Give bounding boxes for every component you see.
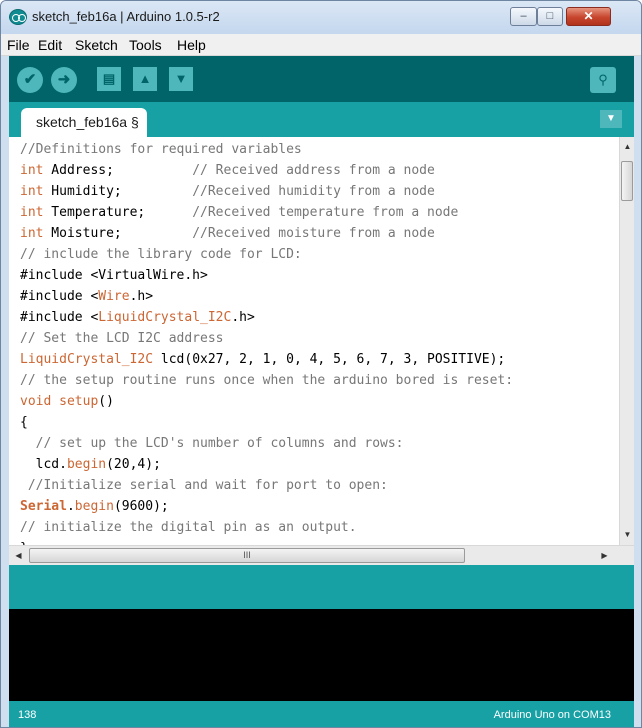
code-token: // set up the LCD's number of columns an… (20, 436, 404, 451)
new-file-icon[interactable]: ▤ (97, 67, 121, 91)
code-line: int Humidity; //Received humidity from a… (20, 181, 435, 202)
code-token: int (20, 163, 44, 178)
menu-help[interactable]: Help (177, 37, 206, 53)
vertical-scrollbar[interactable]: ▲ ▼ (619, 137, 634, 545)
code-token: // the setup routine runs once when the … (20, 373, 514, 388)
code-token: // Received address from a node (192, 163, 435, 178)
code-token: . (66, 499, 75, 514)
tab-sketch[interactable]: sketch_feb16a § (21, 108, 147, 137)
code-token: (9600); (113, 499, 169, 514)
menu-tools[interactable]: Tools (129, 37, 162, 53)
console-output[interactable] (9, 609, 634, 701)
status-bar (9, 565, 634, 609)
code-line: int Moisture; //Received moisture from a… (20, 223, 435, 244)
code-token: //Received temperature from a node (192, 205, 459, 220)
code-token: //Initialize serial and wait for port to… (20, 478, 388, 493)
scroll-left-icon[interactable]: ◀ (11, 548, 26, 564)
code-line: void setup() (20, 391, 114, 412)
tab-menu-button[interactable]: ▼ (600, 110, 622, 128)
menu-file[interactable]: File (7, 37, 30, 53)
code-token: #include < (20, 310, 99, 325)
code-token: { (20, 415, 28, 430)
scroll-right-icon[interactable]: ▶ (597, 548, 612, 564)
code-token: .h> (129, 289, 154, 304)
title-bar[interactable]: sketch_feb16a | Arduino 1.0.5-r2 – □ ✕ (1, 1, 641, 34)
code-token: Wire (98, 289, 130, 304)
arduino-logo-icon (9, 9, 27, 25)
right-arrow-icon[interactable]: ➜ (51, 67, 77, 93)
code-token: lcd(0x27, 2, 1, 0, 4, 5, 6, 7, 3, POSITI… (153, 352, 506, 367)
code-token: (20,4); (106, 457, 161, 472)
minimize-button[interactable]: – (510, 7, 537, 26)
toolbar: ✔ ➜ ▤ ▲ ▼ ⚲ (9, 56, 634, 102)
up-arrow-icon[interactable]: ▲ (133, 67, 157, 91)
footer-bar: 138 Arduino Uno on COM13 (9, 701, 634, 727)
window-title: sketch_feb16a | Arduino 1.0.5-r2 (32, 9, 220, 24)
horizontal-scroll-thumb[interactable]: III (29, 548, 465, 563)
code-token: //Received humidity from a node (192, 184, 435, 199)
code-line: int Address; // Received address from a … (20, 160, 435, 181)
menu-bar: File Edit Sketch Tools Help (1, 34, 641, 56)
code-line: // set up the LCD's number of columns an… (20, 433, 404, 454)
scroll-down-icon[interactable]: ▼ (620, 527, 635, 543)
code-line: // Set the LCD I2C address (20, 328, 224, 349)
code-token: //Received moisture from a node (192, 226, 435, 241)
code-line: { (20, 412, 28, 433)
code-line: Serial.begin(9600); (20, 496, 169, 517)
code-token: Serial (20, 499, 67, 514)
close-button[interactable]: ✕ (566, 7, 611, 26)
menu-edit[interactable]: Edit (38, 37, 62, 53)
code-line: #include <VirtualWire.h> (20, 265, 208, 286)
horizontal-scrollbar[interactable]: ◀ III ▶ (9, 545, 634, 565)
code-line: //Initialize serial and wait for port to… (20, 475, 388, 496)
code-token: #include <VirtualWire.h> (20, 268, 208, 283)
magnifier-icon[interactable]: ⚲ (590, 67, 616, 93)
code-token: LiquidCrystal_I2C (20, 352, 154, 367)
menu-sketch[interactable]: Sketch (75, 37, 118, 53)
code-token: void (20, 394, 52, 409)
code-token: // include the library code for LCD: (20, 247, 302, 262)
down-arrow-icon[interactable]: ▼ (169, 67, 193, 91)
code-token: int (20, 226, 44, 241)
vertical-scroll-thumb[interactable] (621, 161, 633, 201)
code-token: // initialize the digital pin as an outp… (20, 520, 357, 535)
code-token: begin (74, 499, 114, 514)
line-number: 138 (18, 709, 37, 721)
code-line: #include <Wire.h> (20, 286, 153, 307)
code-token: lcd. (20, 457, 67, 472)
code-line: } (20, 538, 28, 545)
code-token: () (98, 394, 114, 409)
code-line: #include <LiquidCrystal_I2C.h> (20, 307, 255, 328)
code-token: LiquidCrystal_I2C (98, 310, 232, 325)
code-token: Address; (43, 163, 193, 178)
code-token: // Set the LCD I2C address (20, 331, 224, 346)
code-token: Temperature; (43, 205, 193, 220)
code-token: .h> (231, 310, 255, 325)
code-line: LiquidCrystal_I2C lcd(0x27, 2, 1, 0, 4, … (20, 349, 505, 370)
code-token: #include < (20, 289, 99, 304)
code-line: lcd.begin(20,4); (20, 454, 161, 475)
board-port-label: Arduino Uno on COM13 (493, 709, 611, 721)
code-token: setup (59, 394, 99, 409)
code-token: begin (66, 457, 107, 472)
scroll-up-icon[interactable]: ▲ (620, 139, 635, 155)
code-line: // include the library code for LCD: (20, 244, 302, 265)
tab-strip: sketch_feb16a § ▼ (9, 102, 634, 137)
checkmark-icon[interactable]: ✔ (17, 67, 43, 93)
code-line: int Temperature; //Received temperature … (20, 202, 458, 223)
code-line: // the setup routine runs once when the … (20, 370, 513, 391)
code-editor[interactable]: //Definitions for required variables int … (9, 137, 619, 545)
code-token: Moisture; (43, 226, 193, 241)
code-token: //Definitions for required variables (20, 142, 302, 157)
code-line: //Definitions for required variables (20, 139, 302, 160)
code-token: Humidity; (43, 184, 193, 199)
code-token: int (20, 184, 44, 199)
code-line: // initialize the digital pin as an outp… (20, 517, 357, 538)
code-token: int (20, 205, 44, 220)
arduino-window: sketch_feb16a | Arduino 1.0.5-r2 – □ ✕ F… (0, 0, 642, 728)
maximize-button[interactable]: □ (537, 7, 563, 26)
